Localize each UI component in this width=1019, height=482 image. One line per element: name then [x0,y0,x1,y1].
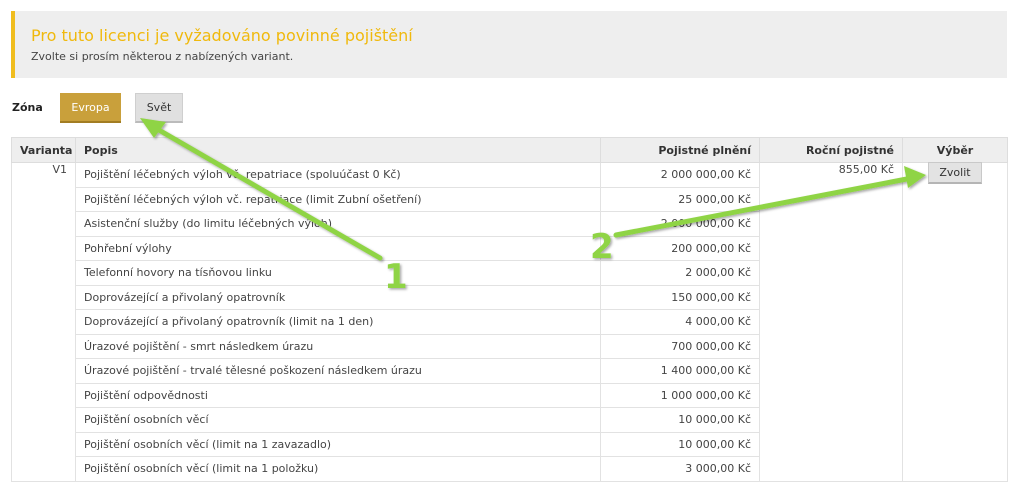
header-premium: Roční pojistné [759,137,903,163]
coverage-amount: 200 000,00 Kč [600,235,760,261]
coverage-amount: 4 000,00 Kč [600,309,760,335]
coverage-description: Pojištění osobních věcí [75,407,601,433]
coverage-description: Pojištění osobních věcí (limit na 1 zava… [75,431,601,457]
select-variant-button[interactable]: Zvolit [928,162,982,184]
coverage-amount: 10 000,00 Kč [600,407,760,433]
coverage-amount: 700 000,00 Kč [600,333,760,359]
table-body: V1 Pojištění léčebných výloh vč. repatria… [11,162,1008,482]
annual-premium-cell: 855,00 Kč [759,162,903,482]
coverage-description: Pojištění odpovědnosti [75,382,601,408]
coverage-description: Doprovázející a přivolaný opatrovník (li… [75,309,601,335]
header-select: Výběr [902,137,1008,163]
notice-text: Zvolte si prosím některou z nabízených v… [31,50,294,63]
header-variant: Varianta [11,137,76,163]
variant-cell: V1 [11,162,76,482]
coverage-amount: 2 000,00 Kč [600,260,760,286]
coverage-amount: 3 000,00 Kč [600,456,760,482]
header-coverage: Pojistné plnění [600,137,760,163]
coverage-description: Asistenční služby (do limitu léčebných v… [75,211,601,237]
coverage-description: Úrazové pojištění - trvalé tělesné poško… [75,358,601,384]
insurance-variants-table: Varianta Popis Pojistné plnění Roční poj… [11,137,1008,482]
coverage-amount: 1 000 000,00 Kč [600,382,760,408]
coverage-amount: 25 000,00 Kč [600,186,760,212]
notice-title: Pro tuto licenci je vyžadováno povinné p… [31,26,413,45]
coverage-amount: 150 000,00 Kč [600,284,760,310]
coverage-description: Doprovázející a přivolaný opatrovník [75,284,601,310]
coverage-description: Úrazové pojištění - smrt následkem úrazu [75,333,601,359]
zone-world-button[interactable]: Svět [135,93,183,123]
coverage-description: Pojištění osobních věcí (limit na 1 polo… [75,456,601,482]
zone-label: Zóna [12,101,43,114]
coverage-description: Pohřební výlohy [75,235,601,261]
coverage-description: Pojištění léčebných výloh vč. repatriace… [75,186,601,212]
header-description: Popis [75,137,601,163]
mandatory-insurance-notice: Pro tuto licenci je vyžadováno povinné p… [11,11,1007,78]
select-cell: Zvolit [902,162,1008,482]
coverage-amount: 1 400 000,00 Kč [600,358,760,384]
coverage-description: Telefonní hovory na tísňovou linku [75,260,601,286]
zone-europe-button[interactable]: Evropa [60,93,121,123]
coverage-amount: 2 000 000,00 Kč [600,211,760,237]
table-row: V1 Pojištění léčebných výloh vč. repatria… [11,162,1008,482]
coverage-amount: 10 000,00 Kč [600,431,760,457]
coverage-description: Pojištění léčebných výloh vč. repatriace… [75,162,601,188]
table-header-row: Varianta Popis Pojistné plnění Roční poj… [11,137,1008,163]
coverage-amount: 2 000 000,00 Kč [600,162,760,188]
